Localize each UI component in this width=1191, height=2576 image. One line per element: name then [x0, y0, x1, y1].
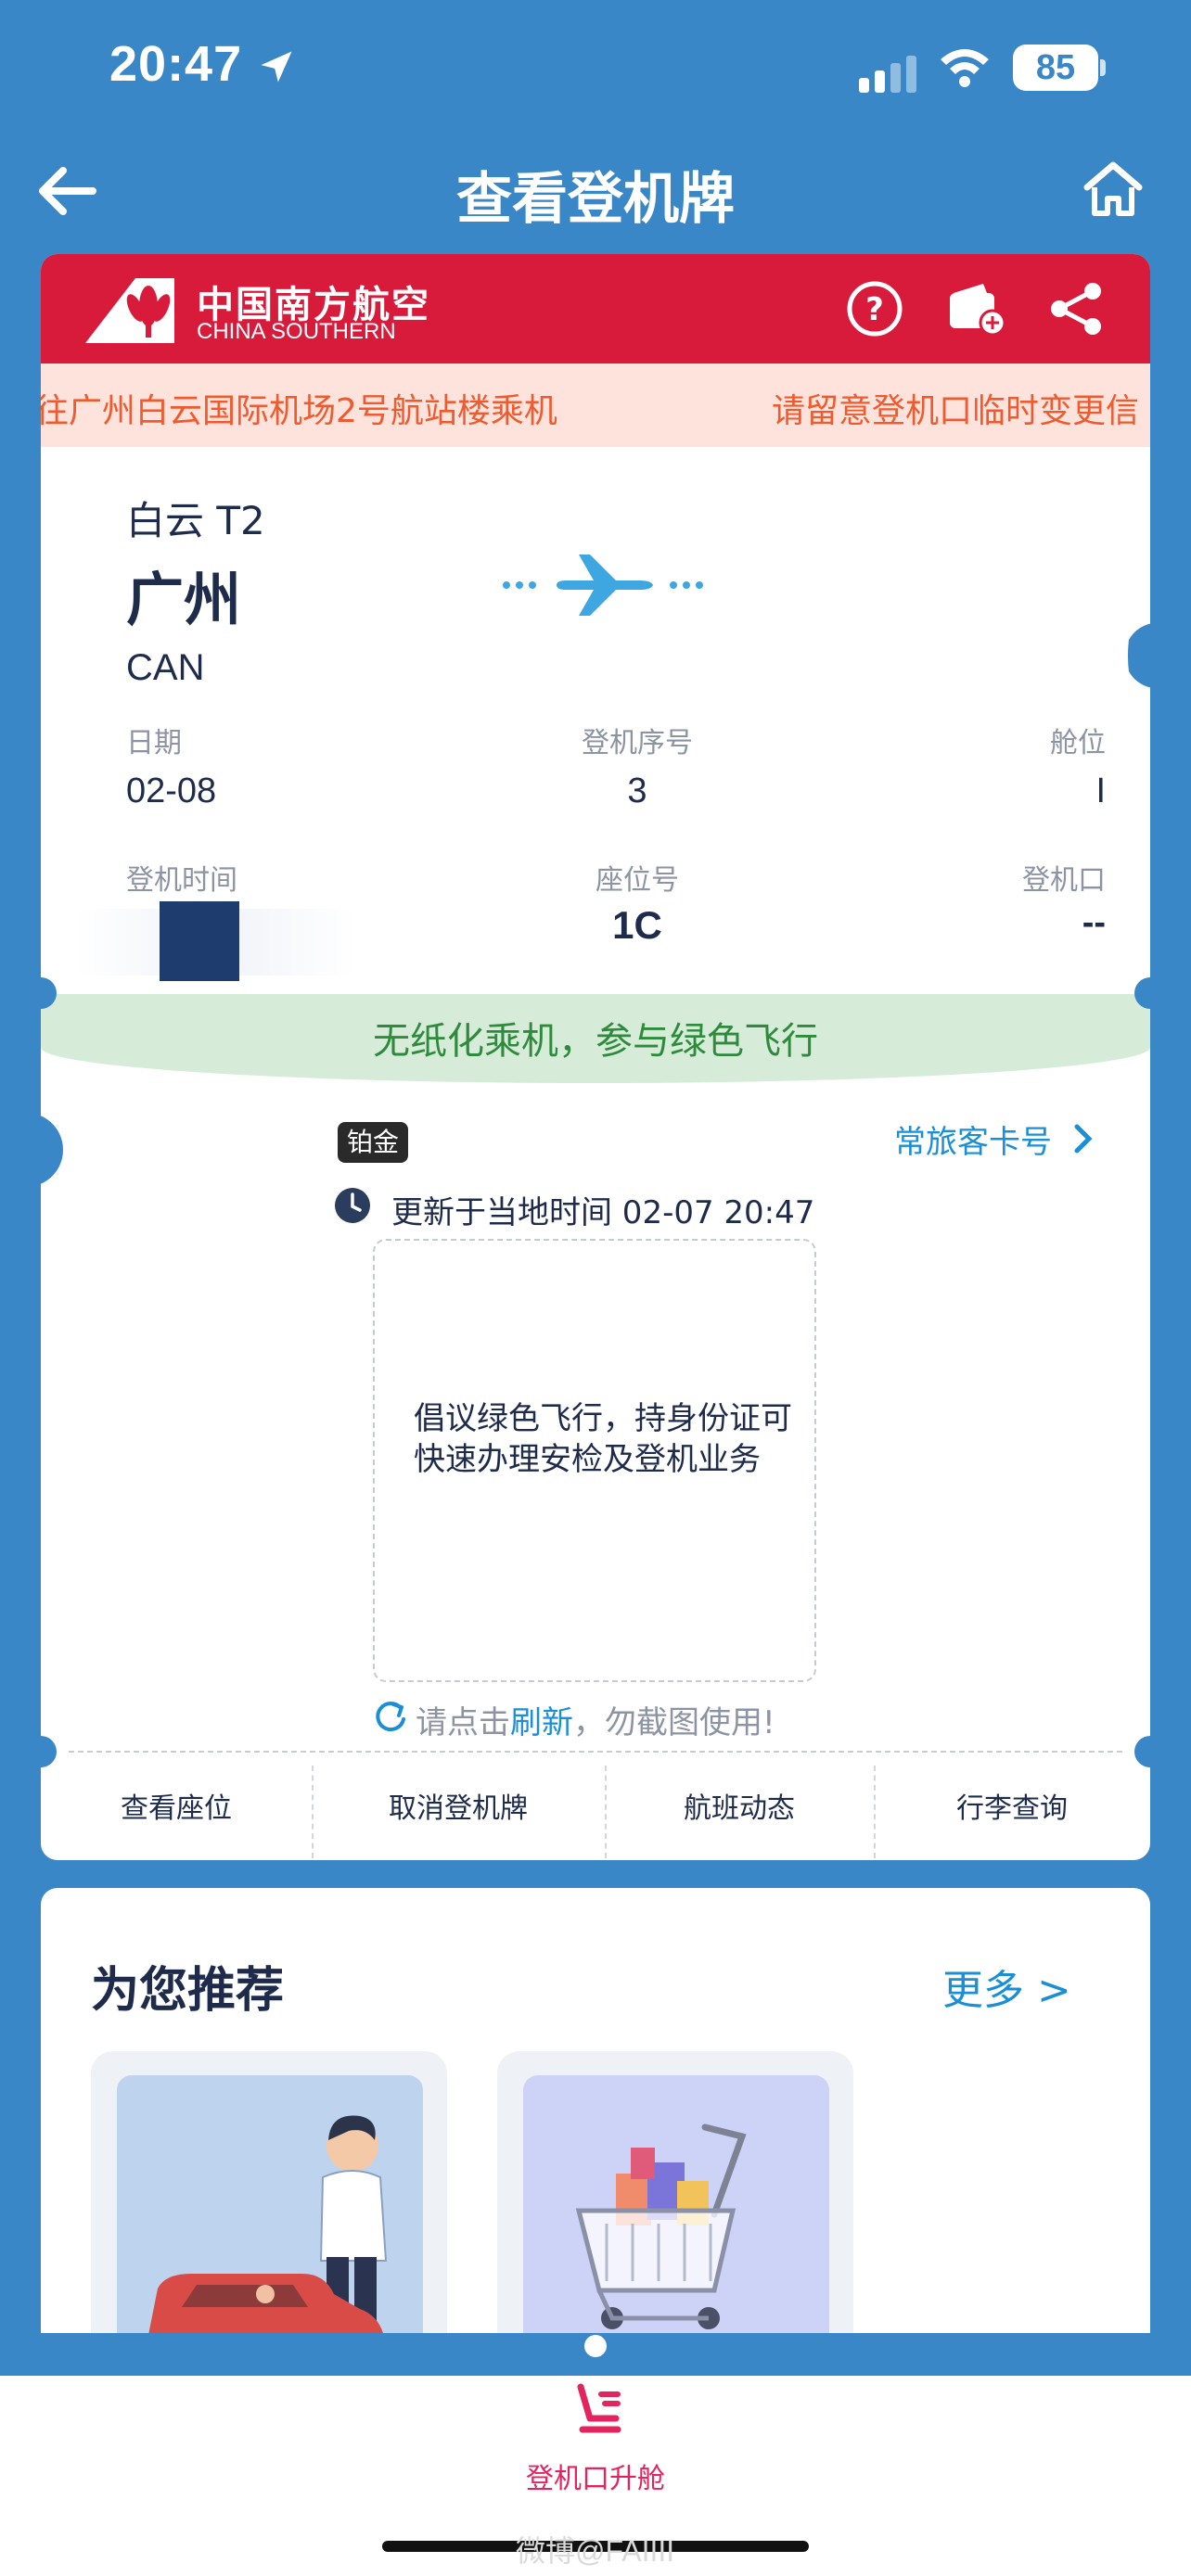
view-seat-button[interactable]: 查看座位	[41, 1758, 312, 1860]
add-to-wallet-icon[interactable]	[946, 280, 1007, 338]
chevron-right-icon[interactable]	[1072, 1122, 1095, 1155]
help-icon[interactable]: ?	[846, 280, 903, 338]
qr-message: 倡议绿色飞行，持身份证可快速办理安检及登机业务	[414, 1400, 792, 1478]
recommend-card: 为您推荐 更多 >	[41, 1888, 1150, 2333]
marquee-text-1: 往广州白云国际机场2号航站楼乘机	[41, 392, 557, 430]
frequent-flyer-link[interactable]: 常旅客卡号	[894, 1116, 1052, 1162]
home-icon[interactable]	[1083, 159, 1143, 219]
boarding-sequence-label: 登机序号	[582, 727, 693, 759]
china-southern-logo-icon	[85, 278, 174, 343]
share-icon[interactable]	[1046, 280, 1108, 338]
seat-value: 1C	[612, 903, 662, 947]
recommend-title: 为您推荐	[91, 1963, 285, 2019]
car-illustration-icon	[148, 2115, 388, 2333]
airline-name-en: CHINA SOUTHERN	[197, 319, 396, 344]
member-tier-badge: 铂金	[338, 1122, 408, 1163]
battery-indicator: 85	[1013, 45, 1098, 91]
refresh-suffix: ，勿截图使用!	[573, 1704, 775, 1741]
marquee-text-2: 请留意登机口临时变更信	[772, 392, 1140, 430]
cellular-signal-icon	[859, 56, 916, 93]
refresh-prefix: 请点击	[416, 1704, 510, 1741]
date-value: 02-08	[126, 772, 217, 810]
baggage-query-button[interactable]: 行李查询	[874, 1758, 1150, 1860]
airline-header: 中国南方航空 CHINA SOUTHERN ?	[41, 254, 1150, 363]
wifi-icon	[941, 49, 989, 87]
car-service-illustration[interactable]	[117, 2075, 423, 2333]
date-label: 日期	[126, 727, 182, 759]
more-link[interactable]: 更多 >	[942, 1957, 1071, 2016]
refresh-link[interactable]: 刷新	[510, 1704, 573, 1741]
prev-pass-peek[interactable]	[41, 1094, 63, 1205]
airplane-route-icon	[503, 555, 703, 616]
notice-marquee: 往广州白云国际机场2号航站楼乘机 请留意登机口临时变更信	[41, 363, 1150, 447]
boarding-time-label: 登机时间	[126, 864, 237, 897]
boarding-pass-card: 中国南方航空 CHINA SOUTHERN ? 往广州白云国际机场2号航站楼乘机…	[41, 254, 1150, 1860]
refresh-hint: 请点击刷新，勿截图使用!	[416, 1697, 775, 1742]
cancel-boarding-pass-button[interactable]: 取消登机牌	[312, 1758, 605, 1860]
boarding-time-redaction	[160, 901, 239, 981]
gate-value: --	[1082, 903, 1106, 942]
seat-label: 座位号	[596, 864, 679, 897]
seat-upgrade-icon[interactable]	[570, 2381, 629, 2441]
gate-upgrade-label[interactable]: 登机口升舱	[0, 2455, 1191, 2496]
shopping-cart-illustration[interactable]	[523, 2075, 829, 2333]
boarding-sequence-value: 3	[627, 772, 647, 810]
location-arrow-icon	[261, 51, 292, 83]
gate-label: 登机口	[1022, 864, 1106, 897]
action-bar: 查看座位 取消登机牌 航班动态 行李查询	[41, 1758, 1150, 1860]
svg-text:?: ?	[865, 291, 884, 328]
page-indicator	[584, 2335, 607, 2357]
page-title: 查看登机牌	[456, 167, 735, 232]
battery-tip	[1100, 59, 1106, 76]
flight-status-button[interactable]: 航班动态	[605, 1758, 874, 1860]
cabin-value: I	[1095, 772, 1106, 810]
cabin-label: 舱位	[1050, 727, 1106, 759]
origin-terminal: 白云 T2	[126, 498, 265, 543]
clock-icon	[335, 1188, 370, 1223]
shopping-cart-icon	[575, 2123, 747, 2329]
origin-code: CAN	[126, 647, 205, 688]
refresh-icon[interactable]	[373, 1699, 408, 1734]
next-pass-peek[interactable]	[1128, 605, 1150, 707]
update-timestamp: 更新于当地时间 02-07 20:47	[391, 1194, 815, 1231]
perforation-line	[69, 1751, 1122, 1753]
status-time: 20:47	[109, 36, 243, 92]
green-flight-text: 无纸化乘机，参与绿色飞行	[373, 1020, 818, 1063]
origin-city: 广州	[126, 566, 242, 633]
watermark-text: 微博@FAIIII	[516, 2534, 675, 2568]
